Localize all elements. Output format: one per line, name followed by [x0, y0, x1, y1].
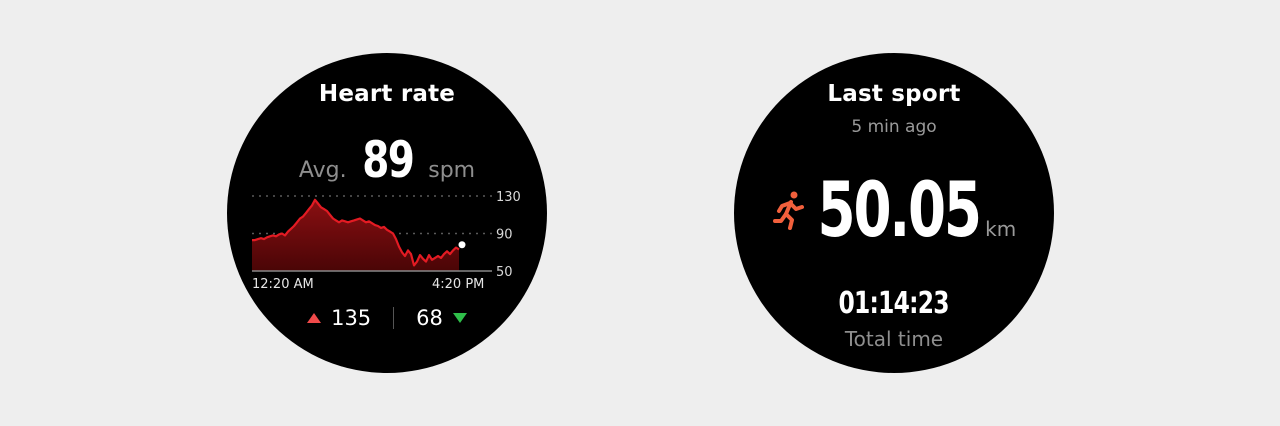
- heart-rate-watch-face: Heart rate Avg. 89 spm 130 90 50 12:20 A…: [227, 53, 547, 373]
- min-arrow-icon: [452, 313, 467, 323]
- distance-unit: km: [985, 217, 1017, 241]
- last-sport-title: Last sport: [827, 81, 961, 107]
- duration-text: 01:14:23: [838, 286, 950, 321]
- max-arrow-icon: [307, 313, 322, 323]
- y-tick-label: 90: [496, 228, 513, 243]
- min-heart-rate: 68: [416, 306, 443, 330]
- last-sport-subtitle: 5 min ago: [851, 117, 937, 137]
- chart-end-time: 4:20 PM: [432, 277, 485, 292]
- current-heart-rate-marker: [458, 241, 466, 249]
- distance-value: 50.05: [817, 165, 981, 254]
- y-tick-label: 130: [496, 190, 521, 205]
- distance-row: 50.05 km: [734, 165, 1054, 254]
- heart-rate-chart: 130 90 50: [252, 190, 521, 278]
- heart-rate-title: Heart rate: [318, 81, 456, 107]
- running-icon: [772, 191, 804, 230]
- min-max-row: 135 68: [227, 306, 547, 330]
- chart-start-time: 12:20 AM: [252, 277, 314, 292]
- y-tick-label: 50: [496, 265, 513, 278]
- max-heart-rate: 135: [331, 306, 372, 330]
- last-sport-watch-face: Last sport 5 min ago 50.05 km 01:14:23 T…: [734, 53, 1054, 373]
- total-time-label: Total time: [844, 327, 944, 351]
- total-time-value: 01:14:23: [734, 286, 1054, 321]
- divider: [393, 307, 395, 329]
